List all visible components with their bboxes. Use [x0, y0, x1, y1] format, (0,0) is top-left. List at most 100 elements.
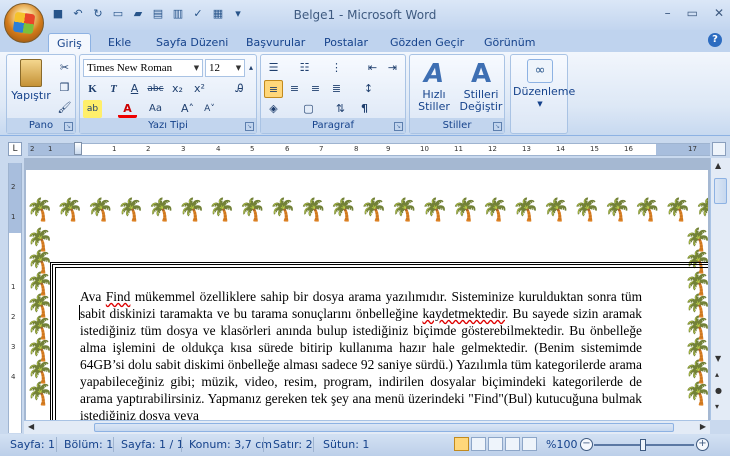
full-screen-reading-icon[interactable] — [471, 437, 486, 451]
ruler-number: 2 — [30, 145, 35, 153]
zoom-in-icon[interactable]: + — [696, 438, 709, 451]
scroll-thumb[interactable] — [714, 178, 727, 204]
justify-icon[interactable]: ≣ — [327, 80, 346, 98]
numbering-icon[interactable]: ☷ — [295, 59, 314, 77]
scroll-down-icon[interactable]: ▼ — [715, 354, 721, 363]
text-run: . Bu sayede sizin aramak istediğiniz tüm… — [80, 306, 642, 423]
horizontal-scrollbar[interactable]: ◀ ▶ — [24, 420, 710, 434]
clear-format-icon[interactable]: Ꭿ — [230, 80, 249, 98]
view-ruler-icon[interactable] — [712, 142, 726, 156]
tab-insert[interactable]: Ekle — [100, 33, 139, 52]
zoom-level[interactable]: %100 — [546, 438, 577, 451]
scroll-left-icon[interactable]: ◀ — [28, 422, 34, 431]
status-pages[interactable]: Sayfa: 1 / 1 — [121, 438, 184, 451]
align-center-icon[interactable]: ≡ — [285, 80, 304, 98]
status-position[interactable]: Konum: 3,7 cm — [189, 438, 272, 451]
shading-icon[interactable]: ◈ — [264, 100, 283, 118]
status-line[interactable]: Satır: 2 — [273, 438, 313, 451]
next-page-icon[interactable]: ▾ — [715, 402, 719, 411]
bullets-icon[interactable]: ☰ — [264, 59, 283, 77]
editing-button[interactable]: ∞ Düzenleme ▼ — [513, 59, 575, 110]
tab-references[interactable]: Başvurular — [238, 33, 313, 52]
align-right-icon[interactable]: ≡ — [306, 80, 325, 98]
hscroll-thumb[interactable] — [94, 423, 674, 432]
tab-mailings[interactable]: Postalar — [316, 33, 376, 52]
ruler-number: 1 — [48, 145, 53, 153]
shrink-font-icon[interactable]: A˅ — [200, 100, 219, 118]
indent-marker-icon[interactable] — [74, 142, 82, 155]
copy-icon[interactable]: ❐ — [55, 79, 74, 97]
font-color-icon[interactable]: A — [118, 100, 137, 118]
styles-launcher-icon[interactable]: ↘ — [493, 122, 502, 131]
change-styles-button[interactable]: A Stilleri Değiştir — [458, 59, 504, 113]
font-name-field[interactable]: Times New Roman ▼ — [83, 59, 203, 77]
bold-icon[interactable]: K — [83, 80, 102, 98]
decrease-indent-icon[interactable]: ⇤ — [363, 59, 382, 77]
tab-review[interactable]: Gözden Geçir — [382, 33, 472, 52]
quick-styles-button[interactable]: A Hızlı Stiller — [412, 59, 456, 113]
print-layout-icon[interactable] — [454, 437, 469, 451]
previous-page-icon[interactable]: ▴ — [715, 370, 719, 379]
vertical-ruler[interactable]: 2 1 1 2 3 4 — [8, 163, 22, 433]
paragraph-launcher-icon[interactable]: ↘ — [394, 122, 403, 131]
tab-selector[interactable]: L — [8, 142, 22, 156]
tab-page-layout[interactable]: Sayfa Düzeni — [148, 33, 236, 52]
paragraph-group: ☰ ☷ ⋮ ⇤ ⇥ ≡ ≡ ≡ ≣ ↕ ◈ ▢ ⇅ ¶ Paragraf ↘ — [260, 54, 406, 134]
italic-icon[interactable]: T — [104, 80, 123, 98]
outline-view-icon[interactable] — [505, 437, 520, 451]
clipboard-launcher-icon[interactable]: ↘ — [64, 122, 73, 131]
align-left-icon[interactable]: ≡ — [264, 80, 283, 98]
status-page[interactable]: Sayfa: 1 — [10, 438, 55, 451]
borders-icon[interactable]: ▢ — [299, 100, 318, 118]
status-column[interactable]: Sütun: 1 — [323, 438, 369, 451]
zoom-slider-knob[interactable] — [640, 439, 646, 451]
paragraph-label: Paragraf — [261, 118, 405, 133]
change-case-icon[interactable]: Aa — [146, 100, 165, 118]
grow-font-icon[interactable]: ▴ — [245, 59, 257, 77]
font-size-field[interactable]: 12 ▼ — [205, 59, 245, 77]
highlight-icon[interactable]: ab — [83, 100, 102, 118]
restore-icon[interactable]: ▭ — [687, 6, 698, 20]
tab-home[interactable]: Giriş — [48, 33, 91, 52]
superscript-icon[interactable]: x² — [190, 80, 209, 98]
draft-view-icon[interactable] — [522, 437, 537, 451]
strikethrough-icon[interactable]: abc — [146, 80, 165, 98]
horizontal-ruler[interactable]: 1 2 1 2 3 4 5 6 7 8 9 10 11 12 13 14 15 … — [28, 142, 710, 156]
web-layout-icon[interactable] — [488, 437, 503, 451]
help-icon[interactable]: ? — [708, 33, 722, 47]
close-icon[interactable]: ✕ — [714, 6, 724, 20]
increase-indent-icon[interactable]: ⇥ — [383, 59, 402, 77]
browse-object-icon[interactable]: ● — [715, 386, 722, 395]
sort-icon[interactable]: ⇅ — [331, 100, 350, 118]
zoom-out-icon[interactable]: − — [580, 438, 593, 451]
scroll-right-icon[interactable]: ▶ — [700, 422, 706, 431]
scroll-up-icon[interactable]: ▲ — [715, 161, 721, 170]
styles-label: Stiller — [410, 118, 504, 133]
format-painter-icon[interactable]: 🖌 — [55, 99, 74, 117]
line-spacing-icon[interactable]: ↕ — [359, 80, 378, 98]
grow-font-button-icon[interactable]: A˄ — [178, 100, 197, 118]
styles-group: A Hızlı Stiller A Stilleri Değiştir Stil… — [409, 54, 505, 134]
subscript-icon[interactable]: x₂ — [168, 80, 187, 98]
minimize-icon[interactable]: – — [665, 6, 671, 20]
clipboard-group: Yapıştır ✂ ❐ 🖌 Pano ↘ — [6, 54, 76, 134]
multilevel-list-icon[interactable]: ⋮ — [327, 59, 346, 77]
vruler-mark: 1 — [11, 213, 16, 221]
ruler-number: 14 — [556, 145, 565, 153]
ruler-number: 16 — [624, 145, 633, 153]
tab-view[interactable]: Görünüm — [476, 33, 543, 52]
status-section[interactable]: Bölüm: 1 — [64, 438, 113, 451]
office-button[interactable] — [4, 3, 44, 43]
vertical-scrollbar[interactable]: ▲ ▼ ▴ ● ▾ — [710, 158, 730, 420]
font-launcher-icon[interactable]: ↘ — [245, 122, 254, 131]
cut-icon[interactable]: ✂ — [55, 59, 74, 77]
window-title: Belge1 - Microsoft Word — [293, 8, 437, 22]
quick-styles-icon: A — [423, 59, 445, 89]
underline-icon[interactable]: A — [125, 80, 144, 98]
pilcrow-icon[interactable]: ¶ — [355, 100, 374, 118]
paste-button[interactable]: Yapıştır — [11, 59, 51, 102]
ruler-number: 7 — [319, 145, 324, 153]
chevron-down-icon: ▼ — [235, 64, 242, 72]
title-bar: ■ ↶ ↻ ▭ ▰ ▤ ▥ ✓ ▦ ▾ Belge1 - Microsoft W… — [0, 0, 730, 30]
document-text[interactable]: Ava Find mükemmel özelliklere sahip bir … — [80, 288, 642, 426]
